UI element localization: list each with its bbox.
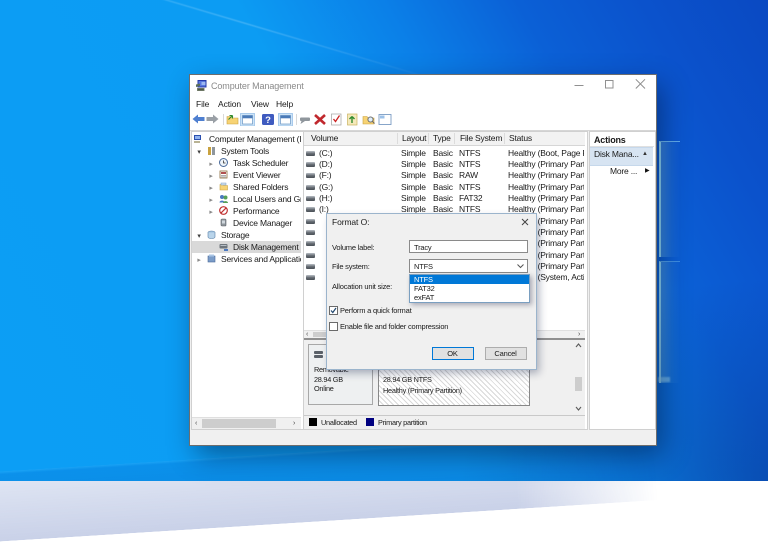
svg-text:?: ? <box>265 115 271 126</box>
